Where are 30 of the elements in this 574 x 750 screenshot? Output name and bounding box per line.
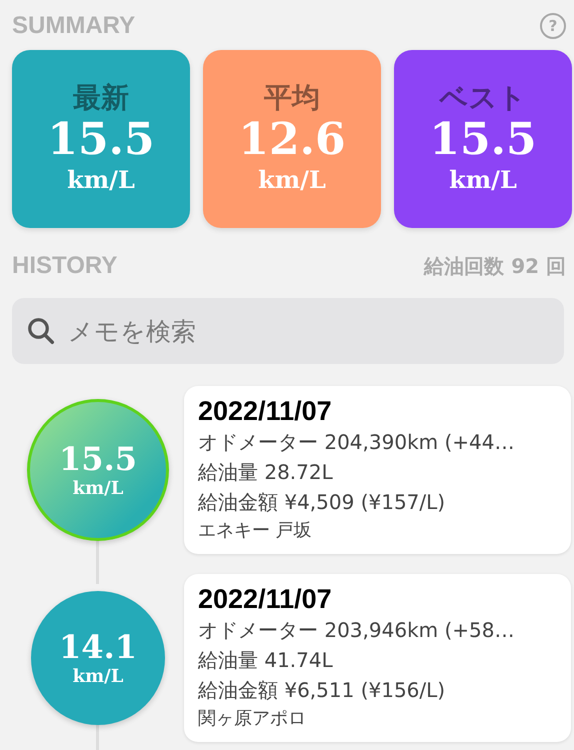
unit-label: km/L xyxy=(67,166,135,196)
card-label: ベスト xyxy=(440,82,526,114)
mileage-value: 15.5 xyxy=(47,114,155,166)
card-label: 平均 xyxy=(264,82,320,114)
section-title: HISTORY xyxy=(12,252,118,280)
fuel-price: 給油金額 ¥6,511 (¥156/L) xyxy=(198,677,446,704)
station-name: 関ヶ原アポロ xyxy=(198,707,307,731)
mileage-value: 15.5 xyxy=(59,440,137,478)
fuel-amount: 給油量 28.72L xyxy=(198,459,334,486)
unit-label: km/L xyxy=(72,478,124,500)
card-label: 最新 xyxy=(73,82,129,114)
odometer-text: オドメーター 203,946km (+58… xyxy=(198,617,516,644)
section-title: SUMMARY xyxy=(12,12,136,40)
fuel-amount: 給油量 41.74L xyxy=(198,647,334,674)
refuel-count: 給油回数 92 回 xyxy=(424,252,566,280)
entry-date: 2022/11/07 xyxy=(198,396,333,427)
search-icon xyxy=(26,316,56,346)
entry-date: 2022/11/07 xyxy=(198,584,333,615)
search-field[interactable]: メモを検索 xyxy=(12,298,564,364)
unit-label: km/L xyxy=(449,166,517,196)
odometer-text: オドメーター 204,390km (+44… xyxy=(198,429,516,456)
mileage-value: 14.1 xyxy=(59,628,137,666)
unit-label: km/L xyxy=(258,166,326,196)
mileage-value: 15.5 xyxy=(429,114,537,166)
history-card[interactable]: 2022/11/07 オドメーター 203,946km (+58… 給油量 41.74L 給油金額 ¥6,511 (¥156/L) 関ヶ原アポロ xyxy=(184,574,571,742)
mileage-value: 12.6 xyxy=(238,114,346,166)
station-name: エネキー 戸坂 xyxy=(198,519,313,543)
history-card[interactable]: 2022/11/07 オドメーター 204,390km (+44… 給油量 28.72L 給油金額 ¥4,509 (¥157/L) エネキー 戸坂 xyxy=(184,386,571,554)
fuel-price: 給油金額 ¥4,509 (¥157/L) xyxy=(198,489,446,516)
unit-label: km/L xyxy=(72,666,124,688)
